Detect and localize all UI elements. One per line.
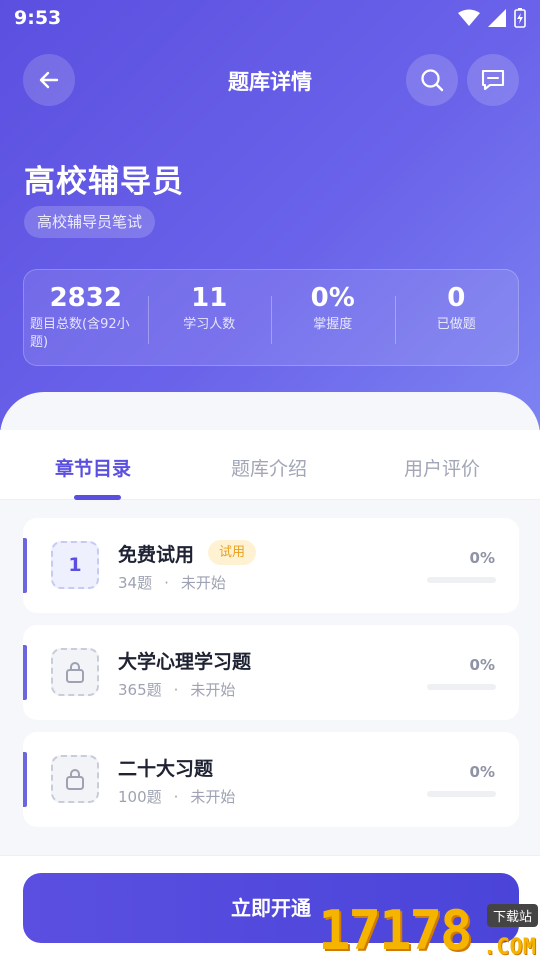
stat-label: 题目总数(含92小题) [30, 317, 130, 350]
meta-separator: · [173, 788, 179, 806]
chapter-question-count: 34题 [118, 574, 153, 592]
page-title: 题库详情 [228, 70, 312, 94]
top-nav-bar: 题库详情 [0, 52, 540, 108]
trial-badge: 试用 [208, 540, 257, 565]
chapter-accent-bar [23, 645, 27, 700]
stat-total-questions: 2832 题目总数(含92小题) [24, 270, 148, 365]
signal-icon [488, 9, 506, 27]
chapter-card[interactable]: 大学心理学习题 365题 · 未开始 0% [23, 625, 519, 720]
message-button[interactable] [467, 54, 519, 106]
watermark-text: 17178 [318, 899, 473, 960]
stat-value: 0 [447, 283, 466, 313]
stat-value: 2832 [49, 283, 122, 313]
stat-label: 掌握度 [313, 317, 353, 332]
chapter-status: 未开始 [180, 574, 226, 592]
chapter-accent-bar [23, 752, 27, 807]
chapter-progress-percent: 0% [469, 549, 495, 567]
stat-learners: 11 学习人数 [147, 270, 272, 365]
chapter-progress-bar [427, 684, 496, 690]
chapter-status: 未开始 [190, 788, 236, 806]
stats-panel: 2832 题目总数(含92小题) 11 学习人数 0% 掌握度 0 已做题 [23, 269, 519, 366]
chapter-progress-bar [427, 577, 496, 583]
chapter-meta: 365题 · 未开始 [118, 679, 235, 700]
tab-introduction[interactable]: 题库介绍 [231, 454, 307, 481]
meta-separator: · [173, 681, 179, 699]
chapter-name: 免费试用 [118, 544, 195, 566]
chapter-lock-badge [51, 755, 99, 803]
meta-separator: · [164, 574, 169, 592]
chapter-card[interactable]: 二十大习题 100题 · 未开始 0% [23, 732, 519, 827]
chapter-index-badge: 1 [51, 541, 99, 589]
tab-active-indicator [74, 495, 121, 500]
stat-done: 0 已做题 [394, 270, 519, 365]
chapter-question-count: 100题 [118, 788, 162, 806]
chapter-question-count: 365题 [118, 681, 162, 699]
chapter-accent-bar [23, 538, 27, 593]
chapter-card[interactable]: 1 免费试用 试用 34题 · 未开始 0% [23, 518, 519, 613]
status-icons [458, 8, 526, 28]
search-icon [421, 69, 444, 92]
bank-category-tag: 高校辅导员笔试 [24, 206, 156, 238]
stat-label: 已做题 [436, 317, 476, 332]
lock-icon [66, 662, 84, 683]
chapter-meta: 100题 · 未开始 [118, 786, 235, 807]
stat-mastery: 0% 掌握度 [271, 270, 395, 365]
chapter-progress-percent: 0% [469, 656, 495, 674]
search-button[interactable] [406, 54, 458, 106]
chapter-lock-badge [51, 648, 99, 696]
status-bar: 9:53 [0, 0, 540, 36]
watermark-suffix: .COM [483, 935, 536, 960]
chapter-name: 二十大习题 [118, 758, 214, 780]
chapter-progress-percent: 0% [469, 763, 495, 781]
status-time: 9:53 [14, 7, 62, 29]
battery-charging-icon [514, 8, 526, 28]
tab-bar: 章节目录 题库介绍 用户评价 [0, 430, 540, 500]
tab-reviews[interactable]: 用户评价 [404, 454, 480, 481]
watermark-tag: 下载站 [486, 904, 538, 927]
lock-icon [66, 769, 84, 790]
stat-value: 11 [191, 283, 228, 313]
stat-label: 学习人数 [183, 317, 236, 332]
chapter-progress-bar [427, 791, 496, 797]
watermark-logo: 17178 下载站 .COM [318, 902, 540, 960]
chapter-name: 大学心理学习题 [118, 651, 252, 673]
tab-chapters[interactable]: 章节目录 [55, 454, 131, 481]
wifi-icon [458, 9, 480, 26]
stat-value: 0% [310, 283, 355, 313]
bank-title: 高校辅导员 [24, 164, 184, 200]
chapter-status: 未开始 [190, 681, 236, 699]
chapter-meta: 34题 · 未开始 [118, 572, 226, 593]
message-icon [481, 69, 505, 91]
